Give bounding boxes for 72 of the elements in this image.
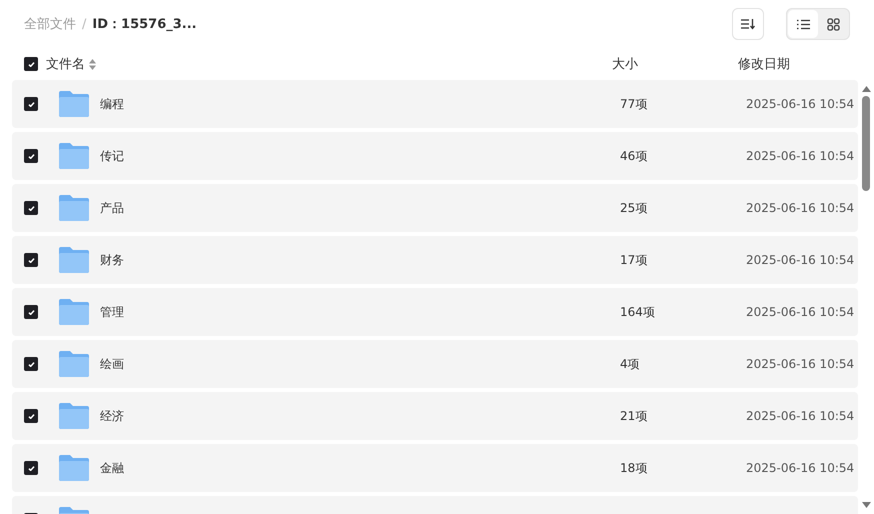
grid-icon — [826, 18, 840, 30]
list-icon — [796, 18, 810, 30]
checkmark-icon — [28, 414, 34, 418]
folder-row[interactable]: 财务 17项 2025-06-16 10:54 — [12, 236, 858, 284]
sort-button[interactable] — [732, 8, 764, 40]
breadcrumb-separator: / — [82, 16, 86, 32]
modified-date: 2025-06-16 10:54 — [746, 409, 856, 423]
sort-arrows-icon[interactable] — [89, 58, 96, 70]
modified-date: 2025-06-16 10:54 — [746, 253, 856, 267]
item-count: 77项 — [620, 96, 648, 112]
folder-icon — [59, 299, 89, 325]
column-header: 文件名 — [46, 56, 85, 73]
folder-row[interactable]: 传记 46项 2025-06-16 10:54 — [12, 132, 858, 180]
folder-row[interactable]: 编程 77项 2025-06-16 10:54 — [12, 80, 858, 128]
modified-date: 2025-06-16 10:54 — [746, 305, 856, 319]
item-count: 25项 — [620, 200, 648, 216]
checkbox[interactable] — [24, 357, 38, 371]
column-header: 修改日期 — [738, 56, 791, 73]
scroll-up-icon[interactable] — [862, 86, 870, 92]
item-count: 4项 — [620, 356, 641, 372]
list-view-button[interactable] — [788, 10, 818, 38]
folder-icon — [59, 143, 89, 169]
checkmark-icon — [28, 102, 34, 106]
modified-date: 2025-06-16 10:54 — [746, 97, 856, 111]
folder-name: 编程 — [100, 96, 125, 112]
sort-icon — [741, 18, 755, 30]
folder-icon — [59, 195, 89, 221]
item-count: 18项 — [620, 460, 648, 476]
folder-name: 金融 — [100, 460, 125, 476]
checkmark-icon — [28, 206, 34, 210]
column-header: 大小 — [612, 56, 639, 73]
checkbox[interactable] — [24, 97, 38, 111]
breadcrumb-current: ID：15576_3... — [92, 16, 197, 33]
folder-row[interactable]: 管理 164项 2025-06-16 10:54 — [12, 288, 858, 336]
folder-name: 传记 — [100, 148, 125, 164]
folder-name: 管理 — [100, 304, 125, 320]
checkbox[interactable] — [24, 149, 38, 163]
checkbox[interactable] — [24, 305, 38, 319]
item-count: 46项 — [620, 148, 648, 164]
modified-date: 2025-06-16 10:54 — [746, 201, 856, 215]
folder-name: 财务 — [100, 252, 125, 268]
scroll-down-icon[interactable] — [862, 502, 870, 508]
checkmark-icon — [28, 310, 34, 314]
folder-name: 经济 — [100, 408, 125, 424]
checkmark-icon — [28, 466, 34, 470]
folder-name: 绘画 — [100, 356, 125, 372]
checkmark-icon — [28, 62, 34, 66]
folder-icon — [59, 91, 89, 117]
modified-date: 2025-06-16 10:54 — [746, 149, 856, 163]
folder-icon — [59, 403, 89, 429]
item-count: 17项 — [620, 252, 648, 268]
scrollbar-thumb[interactable] — [862, 96, 870, 191]
folder-row[interactable]: 产品 25项 2025-06-16 10:54 — [12, 184, 858, 232]
checkbox[interactable] — [24, 201, 38, 215]
item-count: 164项 — [620, 304, 656, 320]
folder-row[interactable]: 金融 18项 2025-06-16 10:54 — [12, 444, 858, 492]
modified-date: 2025-06-16 10:54 — [746, 461, 856, 475]
modified-date: 2025-06-16 10:54 — [746, 357, 856, 371]
checkmark-icon — [28, 362, 34, 366]
checkbox[interactable] — [24, 461, 38, 475]
folder-icon — [59, 351, 89, 377]
folder-icon — [59, 247, 89, 273]
folder-row[interactable]: 绘画 4项 2025-06-16 10:54 — [12, 340, 858, 388]
folder-name: 产品 — [100, 200, 125, 216]
folder-row[interactable]: 经济 21项 2025-06-16 10:54 — [12, 392, 858, 440]
folder-icon — [59, 455, 89, 481]
checkbox[interactable] — [24, 253, 38, 267]
checkmark-icon — [28, 154, 34, 158]
checkbox[interactable] — [24, 409, 38, 423]
checkbox[interactable] — [24, 57, 38, 71]
checkmark-icon — [28, 258, 34, 262]
item-count: 21项 — [620, 408, 648, 424]
